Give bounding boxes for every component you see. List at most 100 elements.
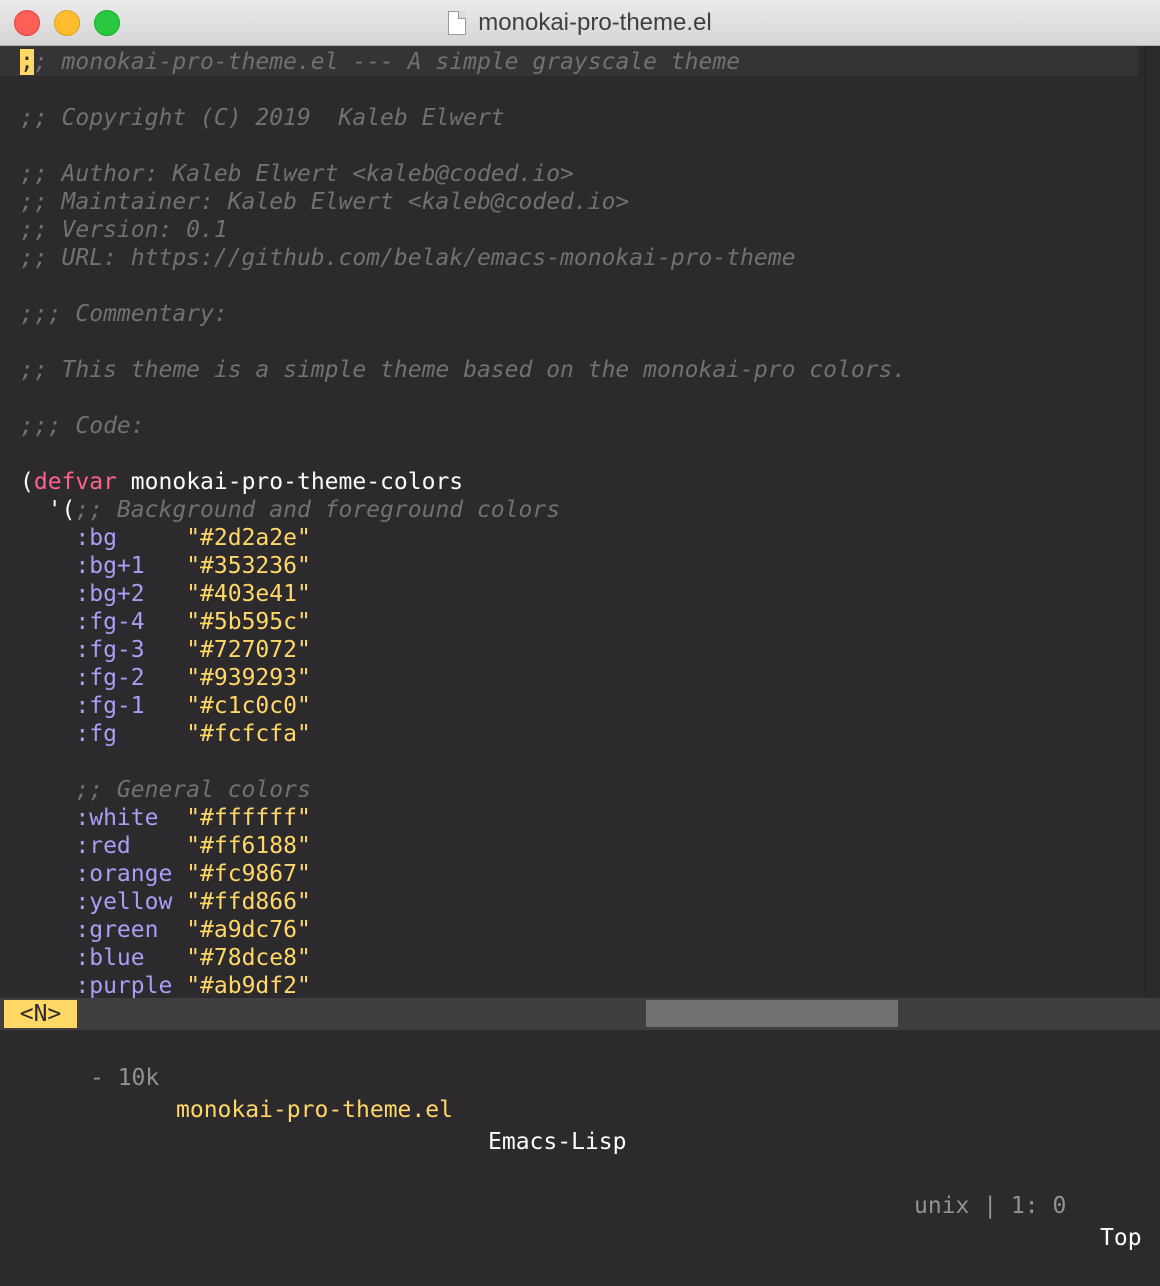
code-line: :purple "#ab9df2" [20, 972, 311, 1000]
keyword-symbol: :white [75, 805, 159, 831]
comment-text: ;;; Commentary: [20, 301, 228, 327]
code-line: (defvar monokai-pro-theme-colors [20, 468, 463, 496]
keyword-symbol: :yellow [75, 889, 173, 915]
code-line: :fg-4 "#5b595c" [20, 608, 311, 636]
code-line: ;; Copyright (C) 2019 Kaleb Elwert [20, 104, 505, 132]
code-line: :fg-3 "#727072" [20, 636, 311, 664]
keyword-symbol: :blue [75, 945, 145, 971]
buffer-size: - 10k [90, 1065, 160, 1091]
string-literal: "#78dce8" [186, 945, 311, 971]
window-title: monokai-pro-theme.el [478, 9, 712, 36]
code-line: :bg+1 "#353236" [20, 552, 311, 580]
code-line: ;; This theme is a simple theme based on… [20, 356, 906, 384]
keyword-symbol: :green [75, 917, 159, 943]
string-literal: "#939293" [186, 665, 311, 691]
code-line: ;; Author: Kaleb Elwert <kaleb@coded.io> [20, 160, 574, 188]
emacs-window: monokai-pro-theme.el ;; monokai-pro-them… [0, 0, 1160, 1251]
string-literal: "#fc9867" [186, 861, 311, 887]
code-line: ;; Maintainer: Kaleb Elwert <kaleb@coded… [20, 188, 629, 216]
string-literal: "#ffd866" [186, 889, 311, 915]
keyword-symbol: :fg-4 [75, 609, 145, 635]
string-literal: "#ffffff" [186, 805, 311, 831]
code-line: ;;; Code: [20, 412, 145, 440]
code-text: '( [20, 497, 76, 523]
code-text: monokai-pro-theme-colors [116, 469, 464, 495]
string-literal: "#5b595c" [186, 609, 311, 635]
keyword-symbol: :orange [75, 861, 173, 887]
mode-line-spacer [646, 1000, 898, 1027]
encoding-and-cursor-position: unix | 1: 0 [914, 1193, 1067, 1219]
code-line: :fg-2 "#939293" [20, 664, 311, 692]
keyword-symbol: :bg [75, 525, 117, 551]
title-wrap: monokai-pro-theme.el [0, 0, 1160, 46]
code-line: :orange "#fc9867" [20, 860, 311, 888]
code-line: :white "#ffffff" [20, 804, 311, 832]
string-literal: "#403e41" [186, 581, 311, 607]
string-literal: "#ab9df2" [186, 973, 311, 999]
minibuffer[interactable] [0, 1030, 1160, 1060]
major-mode[interactable]: Emacs-Lisp [488, 1126, 626, 1158]
comment-text: ;; Version: 0.1 [20, 217, 228, 243]
string-literal: "#c1c0c0" [186, 693, 311, 719]
string-literal: "#ff6188" [186, 833, 311, 859]
code-line: :red "#ff6188" [20, 832, 311, 860]
string-literal: "#353236" [186, 553, 311, 579]
keyword-symbol: :bg+1 [75, 553, 145, 579]
code-line: :bg+2 "#403e41" [20, 580, 311, 608]
keyword-symbol: :fg [75, 721, 117, 747]
comment-text: ;;; Code: [20, 413, 145, 439]
keyword-symbol: :purple [75, 973, 173, 999]
comment-text: ;; Copyright (C) 2019 Kaleb Elwert [20, 105, 505, 131]
paren: ( [20, 469, 34, 495]
comment-text: ;; General colors [75, 777, 311, 803]
document-icon [448, 11, 467, 35]
code-line: :green "#a9dc76" [20, 916, 311, 944]
code-line: :blue "#78dce8" [20, 944, 311, 972]
string-literal: "#a9dc76" [186, 917, 311, 943]
keyword-symbol: :fg-3 [75, 637, 145, 663]
buffer-fringe [1144, 46, 1160, 998]
buffer-position: Top [1100, 1225, 1142, 1251]
code-line: :bg "#2d2a2e" [20, 524, 310, 552]
editor-buffer[interactable]: ;; monokai-pro-theme.el --- A simple gra… [0, 46, 1160, 1000]
keyword-symbol: :red [75, 833, 131, 859]
comment-text: ;; Author: Kaleb Elwert <kaleb@coded.io> [20, 161, 574, 187]
keyword-text: defvar [33, 469, 117, 495]
code-line: ;; General colors [20, 776, 311, 804]
code-line: '(;; Background and foreground colors [20, 496, 560, 524]
code-line: ;;; Commentary: [20, 300, 228, 328]
text-cursor: ; [20, 49, 34, 75]
string-literal: "#fcfcfa" [186, 721, 311, 747]
keyword-symbol: :bg+2 [75, 581, 145, 607]
buffer-filename[interactable]: monokai-pro-theme.el [176, 1094, 453, 1126]
string-literal: "#727072" [186, 637, 311, 663]
